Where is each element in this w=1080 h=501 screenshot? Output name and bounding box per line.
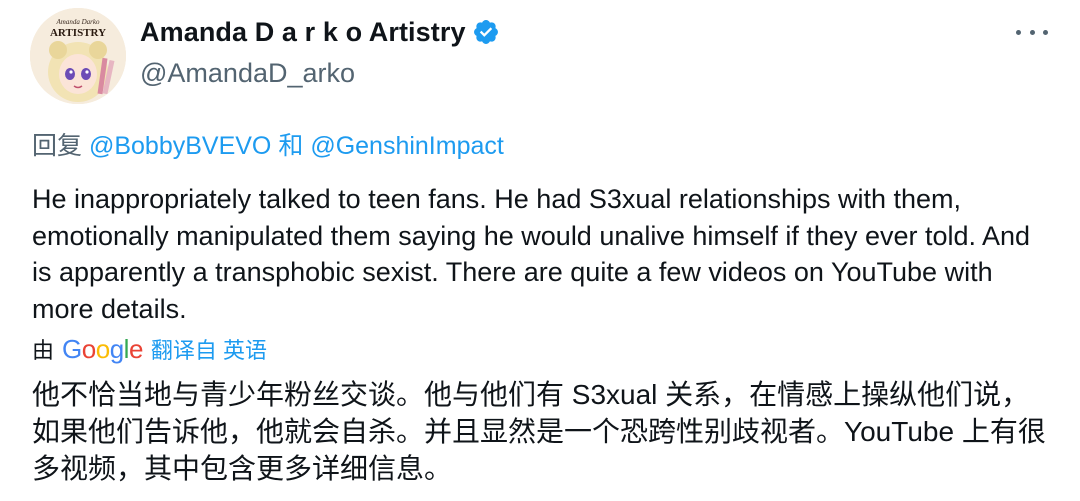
tweet-card: Amanda Darko ARTISTRY Amanda D a r k o A… xyxy=(0,0,1080,501)
google-logo: Google xyxy=(62,333,143,364)
mention-link-2[interactable]: @GenshinImpact xyxy=(310,132,504,160)
display-name[interactable]: Amanda D a r k o Artistry xyxy=(140,17,466,48)
verified-badge-icon[interactable] xyxy=(472,18,500,46)
avatar[interactable]: Amanda Darko ARTISTRY xyxy=(30,8,126,104)
tweet-text: He inappropriately talked to teen fans. … xyxy=(32,184,1031,324)
user-handle[interactable]: @AmandaD_arko xyxy=(140,58,500,89)
translation-attribution: 由 Google 翻译自 英语 xyxy=(32,333,267,365)
reply-context: 回复 @BobbyBVEVO 和 @GenshinImpact xyxy=(32,126,504,162)
avatar-image: Amanda Darko ARTISTRY xyxy=(30,8,126,104)
more-dot xyxy=(1043,29,1048,35)
reply-conjunction: 和 xyxy=(278,132,304,160)
more-dot xyxy=(1016,29,1021,35)
reply-prefix: 回复 xyxy=(32,132,83,160)
avatar-caption-top: Amanda Darko xyxy=(56,18,100,26)
translated-from-link[interactable]: 翻译自 英语 xyxy=(151,333,267,365)
mention-link-1[interactable]: @BobbyBVEVO xyxy=(89,132,271,160)
user-info: Amanda D a r k o Artistry @AmandaD_arko xyxy=(140,12,500,89)
translation-by-label: 由 xyxy=(32,338,55,363)
display-name-row: Amanda D a r k o Artistry xyxy=(140,12,500,52)
more-dot xyxy=(1029,29,1035,35)
more-options-icon[interactable] xyxy=(1016,22,1048,42)
avatar-caption-main: ARTISTRY xyxy=(50,27,106,39)
translated-text: 他不恰当地与青少年粉丝交谈。他与他们有 S3xual 关系，在情感上操纵他们说，… xyxy=(32,379,1046,484)
